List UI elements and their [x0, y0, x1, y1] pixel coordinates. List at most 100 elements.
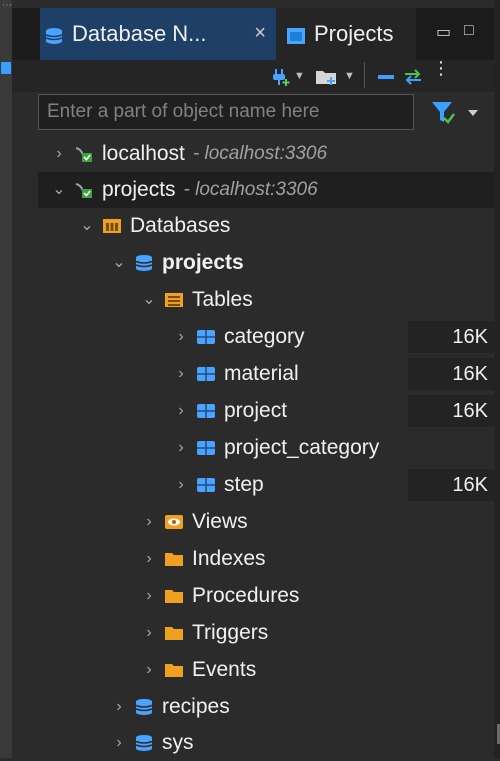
left-rail: ⋯: [0, 0, 12, 758]
chevron-right-icon[interactable]: ›: [142, 625, 156, 641]
tree-item-events[interactable]: › Events: [38, 652, 494, 688]
tree-item-localhost[interactable]: › localhost - localhost:3306: [38, 136, 494, 172]
new-connection-icon[interactable]: [270, 67, 292, 92]
table-name: project: [224, 399, 288, 422]
table-icon: [196, 476, 216, 494]
chevron-right-icon[interactable]: ›: [142, 588, 156, 604]
connection-host: - localhost:3306: [183, 179, 318, 200]
database-navigator-icon: [44, 25, 64, 44]
chevron-down-icon[interactable]: ⌄: [52, 182, 66, 198]
dropdown-arrow-icon[interactable]: ▼: [344, 70, 355, 82]
tree-item-databases[interactable]: ⌄ Databases: [38, 208, 494, 244]
tab-label: Database N...: [72, 21, 207, 46]
connection-name: projects: [102, 178, 176, 201]
chevron-down-icon[interactable]: ⌄: [142, 292, 156, 308]
tree-label: sys: [162, 731, 194, 754]
table-icon: [196, 328, 216, 346]
connection-name: localhost: [102, 142, 185, 165]
tree-label: Procedures: [192, 584, 300, 607]
dropdown-arrow-icon[interactable]: ▼: [294, 70, 305, 82]
projects-icon: [286, 25, 306, 44]
tab-database-navigator[interactable]: Database N... ×: [40, 8, 276, 60]
table-size: 16K: [408, 395, 494, 427]
connection-mysql-icon: [74, 181, 94, 199]
collapse-all-icon[interactable]: [376, 67, 396, 92]
chevron-right-icon[interactable]: ›: [174, 366, 188, 382]
search-row: [38, 92, 494, 132]
connection-mysql-icon: [74, 145, 94, 163]
folder-icon: [164, 624, 184, 642]
tree-item-recipes-db[interactable]: › recipes: [38, 689, 494, 725]
chevron-right-icon[interactable]: ›: [142, 551, 156, 567]
tree-label: recipes: [162, 695, 230, 718]
tree-item-projects-db[interactable]: ⌄ projects: [38, 245, 494, 281]
tree-item-procedures[interactable]: › Procedures: [38, 578, 494, 614]
toolbar-separator: [364, 62, 365, 88]
chevron-right-icon[interactable]: ›: [174, 329, 188, 345]
database-icon: [134, 254, 154, 272]
table-size: 16K: [408, 469, 494, 501]
tree-label: Indexes: [192, 547, 266, 570]
link-with-editor-icon[interactable]: [402, 67, 424, 92]
table-name: category: [224, 325, 305, 348]
folder-icon: [164, 587, 184, 605]
tables-folder-icon: [164, 291, 184, 309]
tab-label: Projects: [314, 21, 394, 46]
tree-label: Tables: [192, 288, 253, 311]
chevron-down-icon[interactable]: ⌄: [80, 218, 94, 234]
views-icon: [164, 513, 184, 531]
table-name: material: [224, 362, 299, 385]
chevron-right-icon[interactable]: ›: [112, 699, 126, 715]
tree-item-projects-connection[interactable]: ⌄ projects - localhost:3306: [38, 172, 494, 208]
tree-label: Triggers: [192, 621, 269, 644]
table-size: 16K: [408, 321, 494, 353]
minimize-icon[interactable]: ▭: [436, 22, 451, 42]
table-name: project_category: [224, 436, 380, 459]
tree-item-indexes[interactable]: › Indexes: [38, 541, 494, 577]
right-rail: [494, 0, 500, 758]
tree-item-tables[interactable]: ⌄ Tables: [38, 282, 494, 318]
tree-label: Events: [192, 658, 257, 681]
chevron-down-icon[interactable]: ⌄: [112, 255, 126, 271]
tree-item-table[interactable]: › category 16K: [38, 319, 494, 355]
folder-icon: [164, 550, 184, 568]
tree-item-table[interactable]: › project_category: [38, 430, 494, 466]
tab-projects[interactable]: Projects: [276, 8, 416, 60]
chevron-right-icon[interactable]: ›: [174, 440, 188, 456]
tree-item-table[interactable]: › material 16K: [38, 356, 494, 392]
tree-item-views[interactable]: › Views: [38, 504, 494, 540]
more-dots-icon[interactable]: ⋯: [2, 1, 12, 11]
databases-folder-icon: [102, 217, 122, 235]
chevron-right-icon[interactable]: ›: [142, 514, 156, 530]
tree-label: Views: [192, 510, 248, 533]
chevron-right-icon[interactable]: ›: [112, 735, 126, 751]
navigator-rail-icon[interactable]: [1, 62, 11, 74]
tree-item-sys-db[interactable]: › sys: [38, 725, 494, 761]
database-icon: [134, 698, 154, 716]
table-size: 16K: [408, 358, 494, 390]
tree-item-table[interactable]: › step 16K: [38, 467, 494, 503]
database-icon: [134, 734, 154, 752]
chevron-right-icon[interactable]: ›: [174, 477, 188, 493]
toolbar: ▼ ▼ ⋮: [12, 59, 494, 92]
table-name: step: [224, 473, 264, 496]
table-icon: [196, 439, 216, 457]
folder-icon: [164, 661, 184, 679]
tree-item-triggers[interactable]: › Triggers: [38, 615, 494, 651]
maximize-icon[interactable]: □: [464, 22, 474, 40]
close-icon[interactable]: ×: [254, 22, 266, 45]
search-input[interactable]: [38, 94, 414, 130]
filter-icon[interactable]: [430, 98, 490, 128]
tab-bar: Database N... × Projects ▭ □: [12, 8, 494, 60]
tree-label: projects: [162, 251, 244, 274]
chevron-right-icon[interactable]: ›: [142, 662, 156, 678]
connection-host: - localhost:3306: [192, 143, 328, 164]
chevron-right-icon[interactable]: ›: [52, 146, 66, 162]
table-icon: [196, 365, 216, 383]
chevron-right-icon[interactable]: ›: [174, 403, 188, 419]
new-folder-icon[interactable]: [314, 67, 340, 92]
table-icon: [196, 402, 216, 420]
tree-label: Databases: [130, 214, 231, 237]
view-menu-icon[interactable]: ⋮: [432, 59, 450, 77]
tree-item-table[interactable]: › project 16K: [38, 393, 494, 429]
